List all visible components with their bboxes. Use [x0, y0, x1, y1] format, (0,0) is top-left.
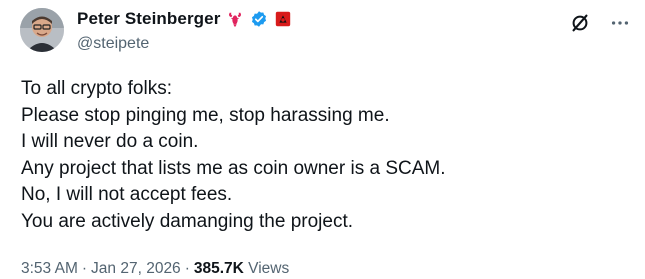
- lobster-icon: [229, 12, 242, 28]
- tweet-line: No, I will not accept fees.: [21, 184, 233, 206]
- tweet-top-actions: [569, 12, 631, 34]
- meta-separator: ·: [81, 260, 88, 277]
- author-display-name[interactable]: Peter Steinberger: [77, 9, 220, 29]
- tweet-card: Peter Steinberger @steipete To all crypt…: [0, 0, 645, 279]
- views-count[interactable]: 385.7K: [194, 260, 244, 277]
- tweet-line: Please stop pinging me, stop harassing m…: [21, 104, 390, 126]
- tweet-time[interactable]: 3:53 AM: [21, 260, 78, 277]
- tweet-meta: 3:53 AM · Jan 27, 2026 · 385.7K Views: [21, 260, 289, 278]
- verified-icon[interactable]: [250, 10, 268, 28]
- avatar-image: [20, 8, 64, 52]
- more-icon: [611, 21, 629, 25]
- avatar[interactable]: [20, 8, 64, 52]
- grok-icon: [572, 14, 588, 32]
- views-label: Views: [248, 260, 290, 277]
- grok-button[interactable]: [569, 12, 591, 34]
- more-button[interactable]: [609, 12, 631, 34]
- author-handle[interactable]: @steipete: [77, 35, 149, 53]
- tweet-text: To all crypto folks: Please stop pinging…: [21, 76, 446, 236]
- tweet-line: I will never do a coin.: [21, 131, 199, 153]
- author-name-row: Peter Steinberger: [77, 9, 292, 29]
- tweet-date[interactable]: Jan 27, 2026: [91, 260, 181, 277]
- tweet-line: You are actively damanging the project.: [21, 210, 354, 232]
- meta-separator: ·: [184, 260, 190, 277]
- flag-icon: [276, 11, 291, 27]
- tweet-line: Any project that lists me as coin owner …: [21, 157, 446, 179]
- tweet-line: To all crypto folks:: [21, 78, 172, 99]
